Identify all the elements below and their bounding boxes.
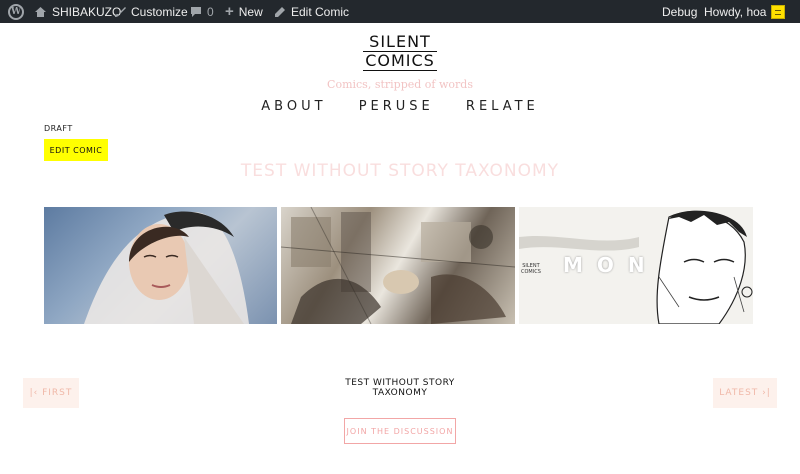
customize-label: Customize [131, 4, 188, 19]
nav-item-relate[interactable]: RELATE [466, 99, 539, 114]
post-title: TEST WITHOUT STORY TAXONOMY [240, 161, 560, 181]
edit-comic-button[interactable]: EDIT COMIC [44, 139, 108, 161]
comic-panel-1[interactable] [44, 207, 277, 324]
post-status: DRAFT [44, 124, 73, 133]
customize-link[interactable]: Customize [114, 0, 188, 23]
edit-comic-link[interactable]: Edit Comic [274, 0, 349, 23]
latest-comic-button[interactable]: LATEST ›| [713, 378, 777, 408]
site-name-link[interactable]: SHIBAKUZO [34, 0, 121, 23]
first-comic-button[interactable]: |‹ FIRST [23, 378, 79, 408]
debug-label: Debug [662, 4, 698, 19]
avatar [771, 4, 786, 19]
new-label: New [238, 4, 263, 19]
panel-3-logo-line-2: COMICS [521, 269, 541, 275]
join-discussion-button[interactable]: JOIN THE DISCUSSION [344, 418, 456, 444]
brush-icon [114, 6, 126, 18]
nav-item-peruse[interactable]: PERUSE [359, 99, 434, 114]
admin-bar: W SHIBAKUZO Customize 0 + New Edit Comic… [0, 0, 800, 23]
comic-panel-3[interactable]: SILENT COMICS MON [519, 207, 753, 324]
site-logo[interactable]: SILENT COMICS [363, 33, 437, 71]
logo-line-1: SILENT [363, 33, 437, 52]
comment-icon [190, 6, 202, 18]
howdy-label: Howdy, hoa [704, 4, 767, 19]
nav-item-about[interactable]: ABOUT [261, 99, 326, 114]
site-tagline: Comics, stripped of words [327, 78, 473, 91]
edit-comic-label: Edit Comic [291, 4, 350, 19]
new-content-link[interactable]: + New [225, 0, 263, 23]
debug-link[interactable]: Debug [662, 0, 697, 23]
footer-title-line-1: TEST WITHOUT STORY [345, 378, 455, 388]
home-icon [34, 6, 47, 18]
panel-1-art [84, 211, 249, 324]
main-nav: ABOUT PERUSE RELATE [0, 99, 800, 114]
wordpress-menu[interactable]: W [8, 0, 24, 23]
site-name-label: SHIBAKUZO [52, 4, 122, 19]
account-menu[interactable]: Howdy, hoa [704, 0, 786, 23]
footer-comic-title: TEST WITHOUT STORY TAXONOMY [300, 378, 500, 398]
footer-title-line-2: TAXONOMY [372, 388, 428, 398]
comments-link[interactable]: 0 [190, 0, 214, 23]
panel-2-art [281, 207, 515, 324]
pencil-icon [274, 6, 286, 18]
panel-3-text: MON [563, 253, 659, 277]
logo-line-2: COMICS [363, 52, 437, 71]
plus-icon: + [225, 3, 234, 20]
wordpress-icon: W [8, 3, 24, 20]
panel-3-logo: SILENT COMICS [521, 263, 541, 275]
comments-count: 0 [207, 4, 214, 19]
comic-panel-2[interactable] [281, 207, 515, 324]
